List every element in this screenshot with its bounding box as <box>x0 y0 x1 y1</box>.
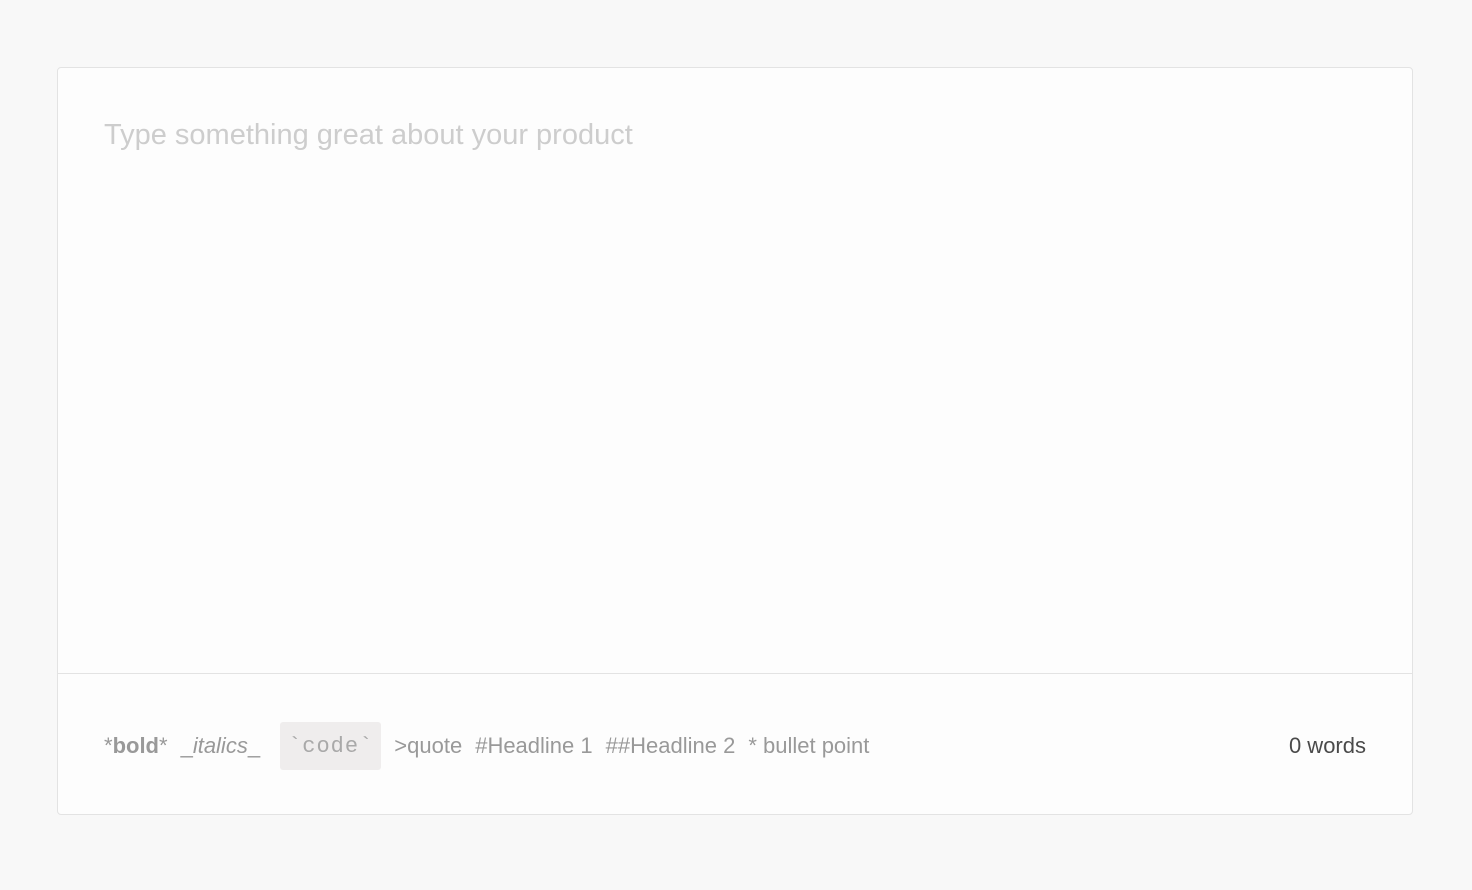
bullet-point-hint[interactable]: * bullet point <box>748 733 869 759</box>
italic-close-marker: _ <box>247 733 261 758</box>
description-textarea[interactable] <box>104 114 1366 653</box>
code-hint[interactable]: `code` <box>280 722 382 770</box>
bold-open-marker: * <box>104 733 113 758</box>
headline-1-hint[interactable]: #Headline 1 <box>475 733 592 759</box>
headline-2-hint[interactable]: ##Headline 2 <box>606 733 736 759</box>
italic-hint[interactable]: _ italics _ <box>181 733 261 759</box>
bold-close-marker: * <box>159 733 168 758</box>
editor-body <box>58 68 1412 674</box>
markdown-editor: *bold* _italics_ `code` >quote #Headline… <box>57 67 1413 815</box>
formatting-hints: * bold * _ italics _ `code` >quote #Headline… <box>104 722 882 770</box>
word-count: 0 words <box>1288 733 1366 758</box>
italic-open-marker: _ <box>180 733 193 758</box>
bold-hint[interactable]: * bold * <box>104 733 168 759</box>
italic-label: italics <box>192 733 248 758</box>
editor-footer: * bold * _ italics _ `code` >quote #Headline… <box>58 674 1412 814</box>
bold-label: bold <box>112 733 159 758</box>
quote-hint[interactable]: >quote <box>394 733 462 759</box>
